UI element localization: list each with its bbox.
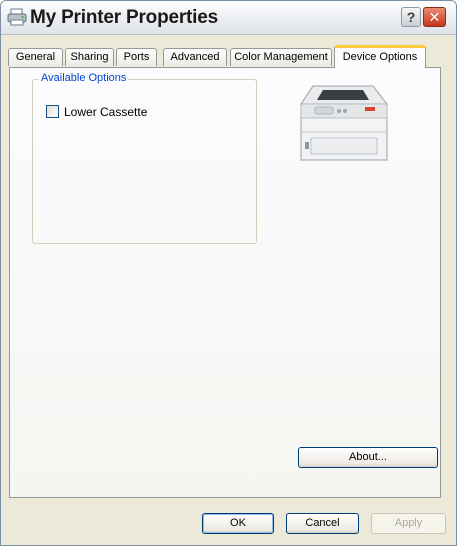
available-options-group: Available Options Lower Cassette (32, 72, 257, 244)
apply-button[interactable]: Apply (371, 513, 446, 534)
window-title: My Printer Properties (30, 7, 218, 28)
tab-general[interactable]: General (8, 48, 63, 66)
title-bar: My Printer Properties ? ✕ (1, 1, 456, 35)
close-button[interactable]: ✕ (423, 7, 446, 27)
tab-ports[interactable]: Ports (116, 48, 157, 66)
lower-cassette-label: Lower Cassette (64, 105, 148, 119)
device-options-panel: Available Options Lower Cassette About..… (9, 67, 441, 498)
printer-image (300, 85, 389, 161)
tab-color-management[interactable]: Color Management (230, 48, 332, 66)
help-button[interactable]: ? (401, 7, 421, 27)
printer-properties-dialog: My Printer Properties ? ✕ General Sharin… (0, 0, 457, 546)
tab-sharing[interactable]: Sharing (65, 48, 114, 66)
about-button[interactable]: About... (298, 447, 438, 468)
cancel-button[interactable]: Cancel (286, 513, 359, 534)
tab-strip: General Sharing Ports Advanced Color Man… (8, 45, 453, 68)
printer-icon (7, 8, 27, 26)
ok-button[interactable]: OK (202, 513, 274, 534)
tab-advanced[interactable]: Advanced (163, 48, 227, 66)
lower-cassette-checkbox[interactable] (46, 105, 59, 118)
tab-device-options[interactable]: Device Options (334, 45, 426, 68)
available-options-label: Available Options (39, 72, 129, 84)
